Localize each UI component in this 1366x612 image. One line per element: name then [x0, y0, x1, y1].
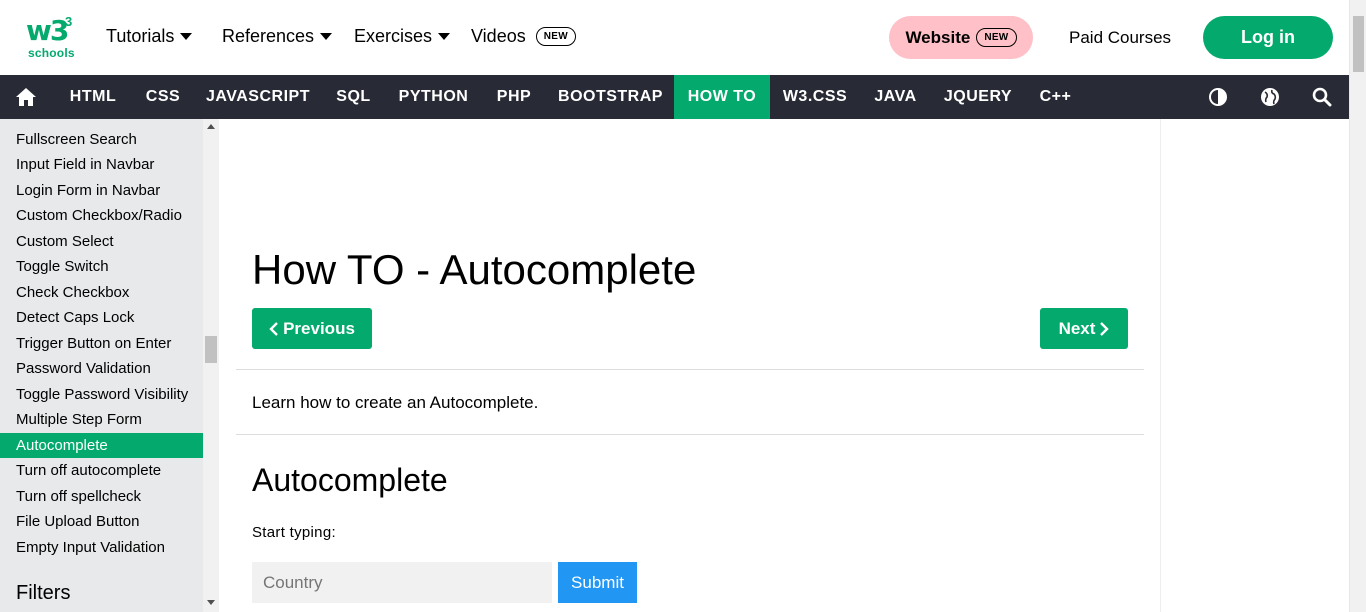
next-button[interactable]: Next	[1040, 308, 1128, 349]
references-menu[interactable]: References	[222, 26, 333, 47]
nav-jquery[interactable]: JQUERY	[931, 75, 1025, 119]
nav-sql[interactable]: SQL	[321, 75, 386, 119]
chevron-right-icon	[1100, 321, 1110, 336]
country-input[interactable]	[252, 562, 552, 603]
sidebar: Fullscreen Search Input Field in Navbar …	[0, 119, 203, 612]
nav-bootstrap[interactable]: BOOTSTRAP	[547, 75, 674, 119]
sidebar-item-file-upload-button[interactable]: File Upload Button	[0, 509, 203, 534]
page-scrollbar[interactable]	[1349, 0, 1366, 612]
sidebar-item-password-validation[interactable]: Password Validation	[0, 356, 203, 381]
search-icon[interactable]	[1302, 75, 1342, 119]
start-typing-label: Start typing:	[252, 524, 336, 541]
sidebar-item-multiple-step-form[interactable]: Multiple Step Form	[0, 407, 203, 432]
nav-cpp[interactable]: C++	[1025, 75, 1086, 119]
videos-new-badge: NEW	[535, 27, 576, 46]
sidebar-item-toggle-switch[interactable]: Toggle Switch	[0, 254, 203, 279]
nav-python[interactable]: PYTHON	[386, 75, 481, 119]
website-button[interactable]: Website NEW	[889, 16, 1033, 59]
scroll-up-arrow-icon[interactable]	[207, 124, 215, 129]
section-title: Autocomplete	[252, 462, 448, 498]
videos-link[interactable]: Videos NEW	[471, 26, 576, 47]
page-title: How TO - Autocomplete	[252, 246, 697, 293]
nav-html[interactable]: HTML	[55, 75, 131, 119]
nav-php[interactable]: PHP	[481, 75, 547, 119]
sidebar-item-custom-checkbox-radio[interactable]: Custom Checkbox/Radio	[0, 203, 203, 228]
nav-howto[interactable]: HOW TO	[674, 75, 770, 119]
previous-label: Previous	[283, 318, 355, 338]
sidebar-item-login-form-in-navbar[interactable]: Login Form in Navbar	[0, 178, 203, 203]
sidebar-item-turn-off-autocomplete[interactable]: Turn off autocomplete	[0, 458, 203, 483]
divider	[236, 369, 1144, 370]
sidebar-item-input-field-in-navbar[interactable]: Input Field in Navbar	[0, 152, 203, 177]
contrast-icon[interactable]	[1198, 75, 1238, 119]
tutorials-menu[interactable]: Tutorials	[106, 26, 193, 47]
sidebar-item-detect-caps-lock[interactable]: Detect Caps Lock	[0, 305, 203, 330]
nav-java[interactable]: JAVA	[860, 75, 931, 119]
w3schools-logo[interactable]: w3 3 schools	[26, 14, 76, 62]
right-column	[1160, 119, 1349, 612]
caret-down-icon	[320, 33, 333, 40]
sidebar-item-trigger-button-on-enter[interactable]: Trigger Button on Enter	[0, 331, 203, 356]
nav-javascript[interactable]: JAVASCRIPT	[195, 75, 321, 119]
intro-text: Learn how to create an Autocomplete.	[252, 393, 539, 412]
login-button[interactable]: Log in	[1203, 16, 1333, 59]
top-bar: w3 3 schools Tutorials References Exerci…	[0, 0, 1349, 75]
submit-button[interactable]: Submit	[558, 562, 637, 603]
references-label: References	[222, 26, 315, 46]
exercises-label: Exercises	[354, 26, 433, 46]
scroll-down-arrow-icon[interactable]	[207, 600, 215, 605]
main-content: How TO - Autocomplete Previous Next Lear…	[220, 119, 1160, 612]
chevron-left-icon	[269, 321, 278, 336]
sidebar-scrollbar-thumb[interactable]	[205, 336, 217, 363]
next-label: Next	[1058, 318, 1096, 338]
sidebar-item-check-checkbox[interactable]: Check Checkbox	[0, 280, 203, 305]
logo-w3: w3	[26, 14, 69, 47]
paid-courses-link[interactable]: Paid Courses	[1069, 28, 1171, 48]
logo-superscript: 3	[65, 14, 73, 29]
logo-schools: schools	[28, 46, 75, 60]
sidebar-heading-filters: Filters	[16, 582, 71, 604]
divider	[236, 434, 1144, 435]
nav-css[interactable]: CSS	[131, 75, 195, 119]
sidebar-item-empty-input-validation[interactable]: Empty Input Validation	[0, 535, 203, 560]
tutorials-label: Tutorials	[106, 26, 175, 46]
nav-w3css[interactable]: W3.CSS	[770, 75, 860, 119]
sidebar-item-toggle-password-visibility[interactable]: Toggle Password Visibility	[0, 382, 203, 407]
caret-down-icon	[180, 33, 193, 40]
subject-navbar: HTML CSS JAVASCRIPT SQL PYTHON PHP BOOTS…	[0, 75, 1349, 119]
exercises-menu[interactable]: Exercises	[354, 26, 451, 47]
caret-down-icon	[438, 33, 451, 40]
sidebar-item-fullscreen-search[interactable]: Fullscreen Search	[0, 127, 203, 152]
sidebar-item-turn-off-spellcheck[interactable]: Turn off spellcheck	[0, 484, 203, 509]
page-scrollbar-thumb[interactable]	[1353, 16, 1364, 72]
sidebar-item-custom-select[interactable]: Custom Select	[0, 229, 203, 254]
website-label: Website	[905, 27, 971, 47]
globe-icon[interactable]	[1250, 75, 1290, 119]
home-icon[interactable]	[6, 75, 46, 119]
website-new-badge: NEW	[976, 28, 1017, 47]
sidebar-item-autocomplete[interactable]: Autocomplete	[0, 433, 203, 458]
videos-label: Videos	[471, 26, 526, 46]
previous-button[interactable]: Previous	[252, 308, 372, 349]
sidebar-scrollbar[interactable]	[203, 119, 219, 612]
